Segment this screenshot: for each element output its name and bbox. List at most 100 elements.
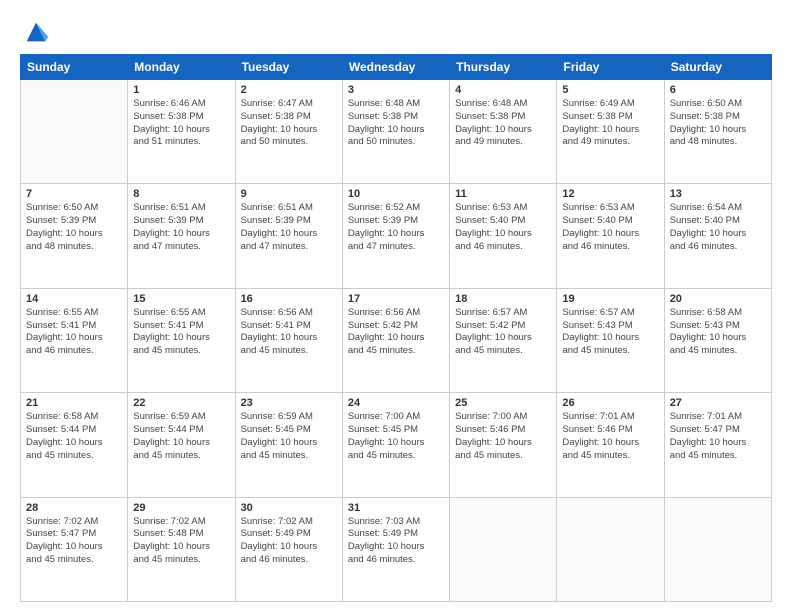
day-info: Sunrise: 6:58 AM Sunset: 5:44 PM Dayligh…: [26, 411, 122, 462]
day-number: 7: [26, 188, 122, 200]
calendar-cell: 11 Sunrise: 6:53 AM Sunset: 5:40 PM Dayli…: [450, 184, 557, 288]
day-info: Sunrise: 7:00 AM Sunset: 5:46 PM Dayligh…: [455, 411, 551, 462]
weekday-header-saturday: Saturday: [664, 55, 771, 80]
day-number: 9: [241, 188, 337, 200]
day-info: Sunrise: 6:56 AM Sunset: 5:41 PM Dayligh…: [241, 307, 337, 358]
day-number: 20: [670, 293, 766, 305]
day-number: 16: [241, 293, 337, 305]
weekday-header-row: SundayMondayTuesdayWednesdayThursdayFrid…: [21, 55, 772, 80]
calendar-cell: [450, 497, 557, 601]
day-number: 23: [241, 397, 337, 409]
calendar-cell: 15Sunrise: 6:55 AM Sunset: 5:41 PM Dayli…: [128, 288, 235, 392]
day-info: Sunrise: 7:00 AM Sunset: 5:45 PM Dayligh…: [348, 411, 444, 462]
day-info: Sunrise: 6:59 AM Sunset: 5:45 PM Dayligh…: [241, 411, 337, 462]
day-number: 12: [562, 188, 658, 200]
day-info: Sunrise: 7:01 AM Sunset: 5:46 PM Dayligh…: [562, 411, 658, 462]
calendar-cell: 28 Sunrise: 7:02 AM Sunset: 5:47 PM Dayli…: [21, 497, 128, 601]
day-info: Sunrise: 6:49 AM Sunset: 5:38 PM Dayligh…: [562, 98, 658, 149]
day-info: Sunrise: 7:01 AM Sunset: 5:47 PM Dayligh…: [670, 411, 766, 462]
day-number: 2: [241, 84, 337, 96]
day-info: Sunrise: 6:46 AM Sunset: 5:38 PM Dayligh…: [133, 98, 229, 149]
calendar-cell: 4 Sunrise: 6:48 AM Sunset: 5:38 PM Daylig…: [450, 80, 557, 184]
calendar-cell: 5 Sunrise: 6:49 AM Sunset: 5:38 PM Daylig…: [557, 80, 664, 184]
day-number: 18: [455, 293, 551, 305]
calendar-cell: 26 Sunrise: 7:01 AM Sunset: 5:46 PM Dayli…: [557, 393, 664, 497]
day-number: 8: [133, 188, 229, 200]
calendar-cell: 8 Sunrise: 6:51 AM Sunset: 5:39 PM Daylig…: [128, 184, 235, 288]
calendar-cell: 17 Sunrise: 6:56 AM Sunset: 5:42 PM Dayli…: [342, 288, 449, 392]
week-row-5: 28 Sunrise: 7:02 AM Sunset: 5:47 PM Dayli…: [21, 497, 772, 601]
weekday-header-tuesday: Tuesday: [235, 55, 342, 80]
calendar-cell: [21, 80, 128, 184]
weekday-header-wednesday: Wednesday: [342, 55, 449, 80]
day-info: Sunrise: 6:52 AM Sunset: 5:39 PM Dayligh…: [348, 202, 444, 253]
day-number: 4: [455, 84, 551, 96]
day-number: 15: [133, 293, 229, 305]
calendar-cell: 18 Sunrise: 6:57 AM Sunset: 5:42 PM Dayli…: [450, 288, 557, 392]
day-info: Sunrise: 6:57 AM Sunset: 5:42 PM Dayligh…: [455, 307, 551, 358]
calendar-cell: 12 Sunrise: 6:53 AM Sunset: 5:40 PM Dayli…: [557, 184, 664, 288]
calendar-table: SundayMondayTuesdayWednesdayThursdayFrid…: [20, 54, 772, 602]
day-number: 25: [455, 397, 551, 409]
calendar-cell: 29 Sunrise: 7:02 AM Sunset: 5:48 PM Dayli…: [128, 497, 235, 601]
day-number: 24: [348, 397, 444, 409]
header: [20, 18, 772, 46]
day-number: 19: [562, 293, 658, 305]
day-info: Sunrise: 7:02 AM Sunset: 5:47 PM Dayligh…: [26, 516, 122, 567]
calendar-cell: 21 Sunrise: 6:58 AM Sunset: 5:44 PM Dayli…: [21, 393, 128, 497]
day-number: 30: [241, 502, 337, 514]
day-info: Sunrise: 6:53 AM Sunset: 5:40 PM Dayligh…: [562, 202, 658, 253]
weekday-header-monday: Monday: [128, 55, 235, 80]
weekday-header-thursday: Thursday: [450, 55, 557, 80]
calendar-cell: 2 Sunrise: 6:47 AM Sunset: 5:38 PM Daylig…: [235, 80, 342, 184]
calendar-cell: 6Sunrise: 6:50 AM Sunset: 5:38 PM Daylig…: [664, 80, 771, 184]
calendar-cell: 22Sunrise: 6:59 AM Sunset: 5:44 PM Dayli…: [128, 393, 235, 497]
day-number: 11: [455, 188, 551, 200]
day-info: Sunrise: 7:02 AM Sunset: 5:48 PM Dayligh…: [133, 516, 229, 567]
day-info: Sunrise: 6:48 AM Sunset: 5:38 PM Dayligh…: [348, 98, 444, 149]
day-number: 26: [562, 397, 658, 409]
calendar-cell: 20 Sunrise: 6:58 AM Sunset: 5:43 PM Dayli…: [664, 288, 771, 392]
weekday-header-sunday: Sunday: [21, 55, 128, 80]
logo-icon: [22, 18, 50, 46]
day-number: 1: [133, 84, 229, 96]
calendar-cell: 1 Sunrise: 6:46 AM Sunset: 5:38 PM Daylig…: [128, 80, 235, 184]
calendar-cell: 31 Sunrise: 7:03 AM Sunset: 5:49 PM Dayli…: [342, 497, 449, 601]
day-info: Sunrise: 6:51 AM Sunset: 5:39 PM Dayligh…: [133, 202, 229, 253]
day-info: Sunrise: 6:50 AM Sunset: 5:39 PM Dayligh…: [26, 202, 122, 253]
calendar-cell: 27 Sunrise: 7:01 AM Sunset: 5:47 PM Dayli…: [664, 393, 771, 497]
day-number: 5: [562, 84, 658, 96]
calendar-page: SundayMondayTuesdayWednesdayThursdayFrid…: [0, 0, 792, 612]
day-info: Sunrise: 7:03 AM Sunset: 5:49 PM Dayligh…: [348, 516, 444, 567]
calendar-cell: 3 Sunrise: 6:48 AM Sunset: 5:38 PM Daylig…: [342, 80, 449, 184]
calendar-cell: [557, 497, 664, 601]
day-number: 13: [670, 188, 766, 200]
day-info: Sunrise: 6:53 AM Sunset: 5:40 PM Dayligh…: [455, 202, 551, 253]
day-number: 29: [133, 502, 229, 514]
calendar-cell: 16 Sunrise: 6:56 AM Sunset: 5:41 PM Dayli…: [235, 288, 342, 392]
day-info: Sunrise: 6:57 AM Sunset: 5:43 PM Dayligh…: [562, 307, 658, 358]
day-info: Sunrise: 6:56 AM Sunset: 5:42 PM Dayligh…: [348, 307, 444, 358]
day-info: Sunrise: 6:48 AM Sunset: 5:38 PM Dayligh…: [455, 98, 551, 149]
calendar-cell: 24 Sunrise: 7:00 AM Sunset: 5:45 PM Dayli…: [342, 393, 449, 497]
day-info: Sunrise: 6:54 AM Sunset: 5:40 PM Dayligh…: [670, 202, 766, 253]
calendar-cell: 14Sunrise: 6:55 AM Sunset: 5:41 PM Dayli…: [21, 288, 128, 392]
day-number: 17: [348, 293, 444, 305]
day-number: 28: [26, 502, 122, 514]
week-row-4: 21 Sunrise: 6:58 AM Sunset: 5:44 PM Dayli…: [21, 393, 772, 497]
day-number: 22: [133, 397, 229, 409]
day-info: Sunrise: 6:58 AM Sunset: 5:43 PM Dayligh…: [670, 307, 766, 358]
day-number: 31: [348, 502, 444, 514]
day-number: 27: [670, 397, 766, 409]
weekday-header-friday: Friday: [557, 55, 664, 80]
day-number: 10: [348, 188, 444, 200]
calendar-cell: 25 Sunrise: 7:00 AM Sunset: 5:46 PM Dayli…: [450, 393, 557, 497]
day-number: 3: [348, 84, 444, 96]
calendar-cell: 30Sunrise: 7:02 AM Sunset: 5:49 PM Dayli…: [235, 497, 342, 601]
week-row-1: 1 Sunrise: 6:46 AM Sunset: 5:38 PM Daylig…: [21, 80, 772, 184]
calendar-cell: [664, 497, 771, 601]
day-number: 21: [26, 397, 122, 409]
day-number: 14: [26, 293, 122, 305]
day-info: Sunrise: 6:47 AM Sunset: 5:38 PM Dayligh…: [241, 98, 337, 149]
calendar-cell: 23 Sunrise: 6:59 AM Sunset: 5:45 PM Dayli…: [235, 393, 342, 497]
